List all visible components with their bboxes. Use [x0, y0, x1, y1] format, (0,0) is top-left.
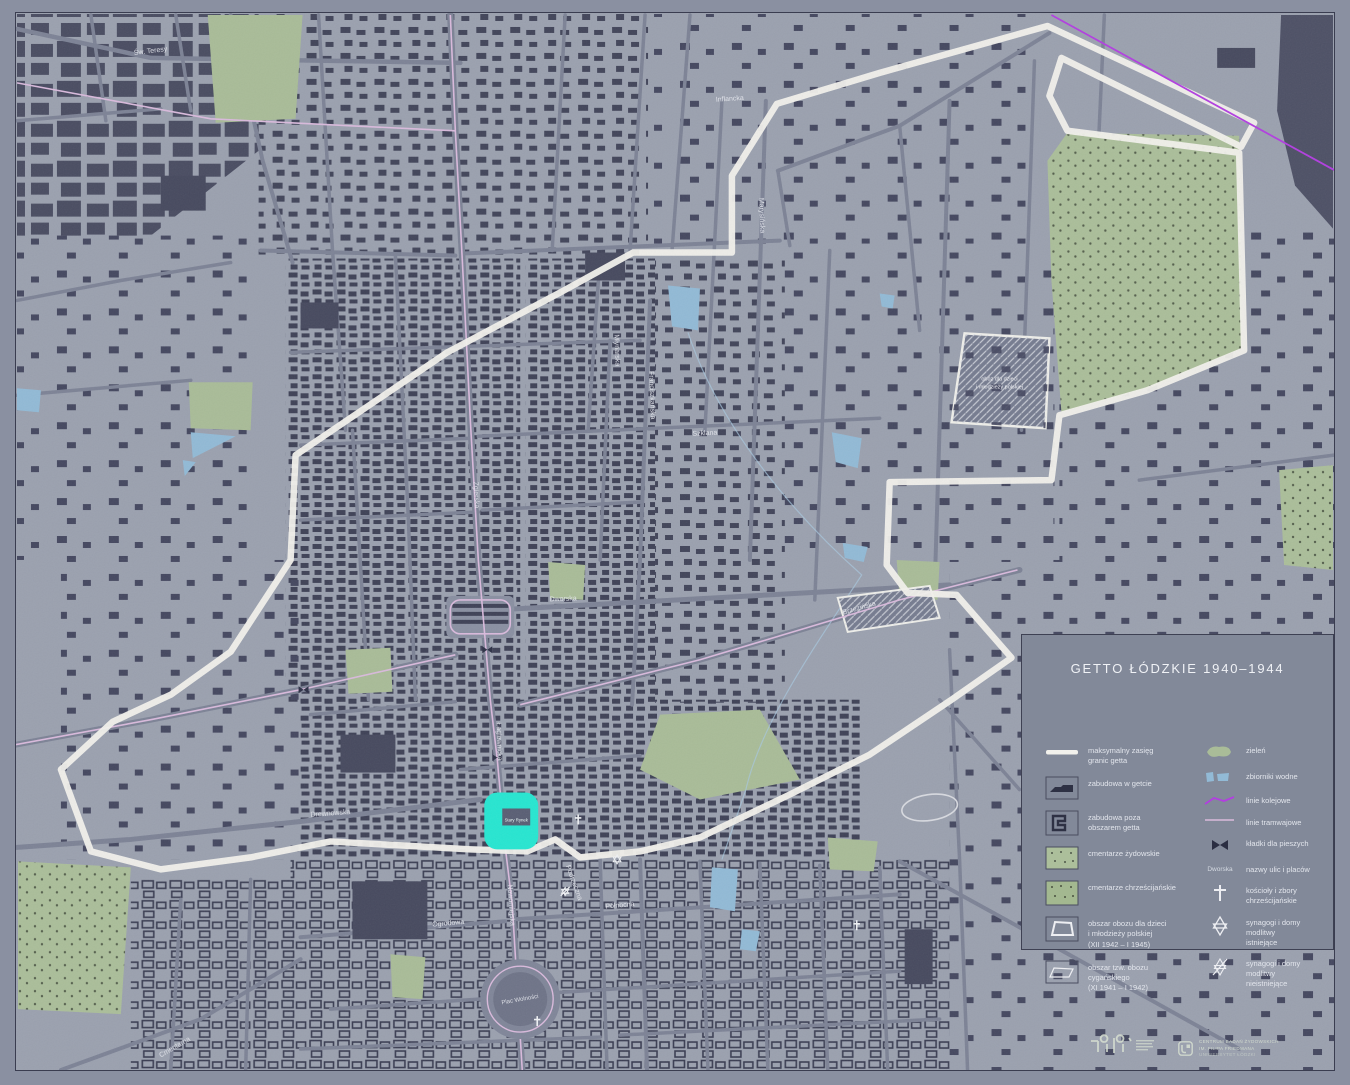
swatch-gypsy-camp [1044, 960, 1080, 984]
swatch-christian-cemeteries [1044, 880, 1080, 906]
swatch-greenery [1202, 743, 1238, 761]
legend-row-street-names: Dworska nazwy ulic i placów [1202, 862, 1330, 875]
legend-row-trams: linie tramwajowe [1202, 815, 1330, 828]
legend-row-boundary: maksymalny zasięg granic getta [1044, 743, 1196, 766]
legend-row-greenery: zieleń [1202, 743, 1330, 761]
university-logo-icon [1178, 1041, 1193, 1056]
university-logo-line3: UNIWERSYTET ŁÓDZKI [1199, 1052, 1256, 1058]
legend-row-railways: linie kolejowe [1202, 793, 1330, 807]
footer-logos: CENTRUM BADAŃ ŻYDOWSKICH IM. FILIPA FRIE… [1088, 1033, 1279, 1064]
swatch-children-camp [1044, 916, 1080, 942]
swatch-buildings-in-ghetto [1044, 776, 1080, 800]
museum-logo [1088, 1033, 1160, 1064]
legend-row-christian-cemeteries: cmentarze chrześcijańskie [1044, 880, 1196, 906]
swatch-railway [1202, 793, 1238, 807]
swatch-synagogue-nonexisting-icon [1202, 956, 1238, 978]
swatch-street-name-sample: Dworska [1207, 866, 1233, 874]
legend-row-churches: kościoły i zbory chrześcijańskie [1202, 883, 1330, 906]
university-logo-line2: IM. FILIPA FRIEDMANA [1199, 1045, 1255, 1051]
legend-column-right: zieleń zbiorniki wodne linie kolejowe li… [1202, 743, 1330, 993]
swatch-buildings-outside-ghetto [1044, 810, 1080, 836]
map-canvas[interactable]: obóz dla dzieci i młodzieży polskiej Sta… [15, 12, 1335, 1071]
legend-panel: GETTO ŁÓDZKIE 1940–1944 maksymalny zasię… [1021, 634, 1334, 992]
legend-row-water: zbiorniki wodne [1202, 769, 1330, 785]
university-logo: CENTRUM BADAŃ ŻYDOWSKICH IM. FILIPA FRIE… [1178, 1039, 1279, 1058]
swatch-church-cross-icon [1202, 883, 1238, 903]
swatch-synagogue-existing-icon [1202, 915, 1238, 937]
legend-column-left: maksymalny zasięg granic getta zabudowa … [1044, 743, 1196, 993]
university-logo-line1: CENTRUM BADAŃ ŻYDOWSKICH [1199, 1039, 1279, 1045]
swatch-ghetto-boundary [1044, 743, 1080, 761]
map-poster: obóz dla dzieci i młodzieży polskiej Sta… [0, 0, 1350, 1085]
swatch-footbridge [1202, 836, 1238, 854]
swatch-tram [1202, 815, 1238, 825]
map-title: GETTO ŁÓDZKIE 1940–1944 [1070, 661, 1285, 676]
legend-row-synagogues-nonexisting: synagogi i domy modlitwy nieistniejące [1202, 956, 1330, 989]
legend-row-synagogues-existing: synagogi i domy modlitwy istniejące [1202, 915, 1330, 948]
legend-row-children-camp: obszar obozu dla dzieci i młodzieży pols… [1044, 916, 1196, 949]
swatch-jewish-cemeteries [1044, 846, 1080, 870]
legend-row-buildings-out: zabudowa poza obszarem getta [1044, 810, 1196, 836]
legend-row-footbridges: kładki dla pieszych [1202, 836, 1330, 854]
swatch-water [1202, 769, 1238, 785]
legend-row-buildings-in: zabudowa w getcie [1044, 776, 1196, 800]
legend-row-jewish-cemeteries: cmentarze żydowskie [1044, 846, 1196, 870]
legend-row-gypsy-camp: obszar tzw. obozu cygańskiego (XI 1941 –… [1044, 960, 1196, 993]
